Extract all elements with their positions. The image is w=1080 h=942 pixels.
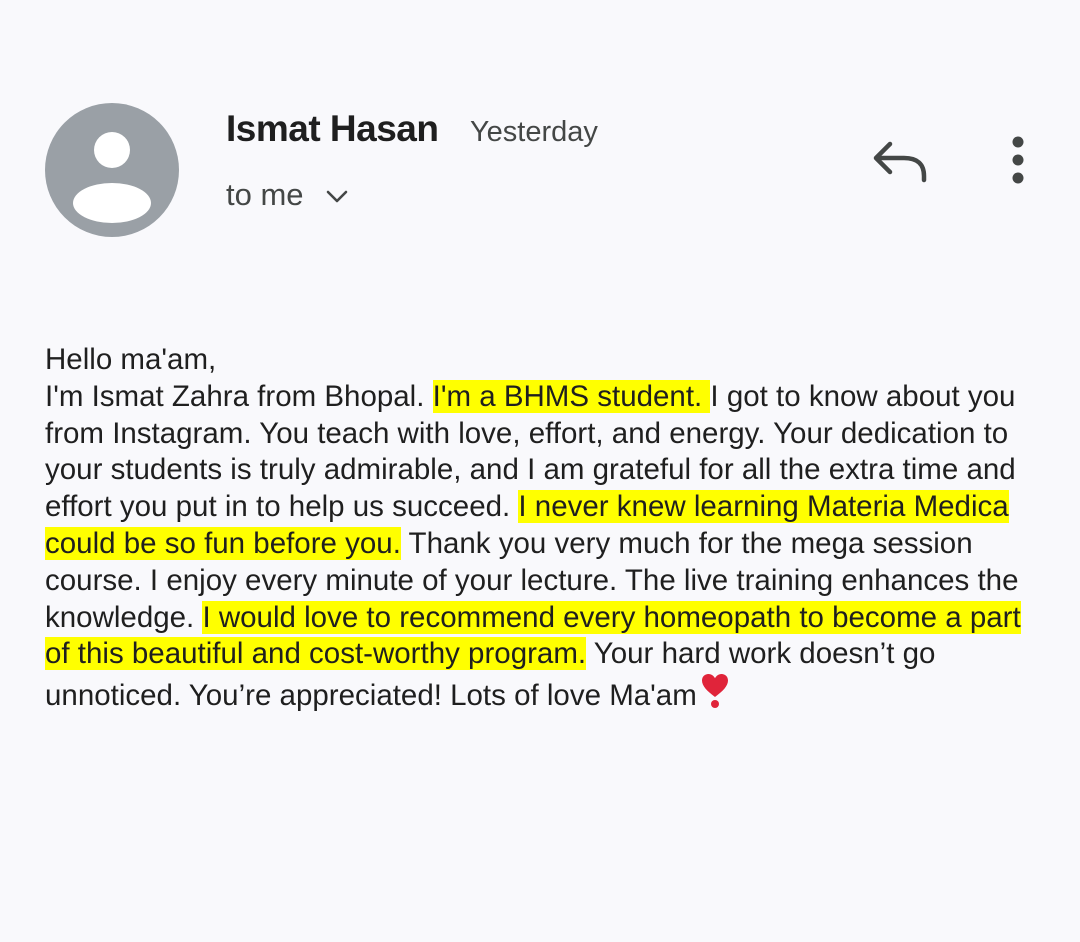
sent-time: Yesterday bbox=[470, 116, 598, 148]
reply-arrow-icon bbox=[873, 141, 927, 183]
more-vert-icon bbox=[1012, 136, 1024, 184]
message-text: I'm Ismat Zahra from Bhopal. bbox=[45, 379, 433, 413]
chevron-down-icon bbox=[326, 190, 348, 209]
more-options-button[interactable] bbox=[994, 128, 1042, 192]
message-paragraph: I'm Ismat Zahra from Bhopal. I'm a BHMS … bbox=[45, 379, 1045, 719]
message-greeting: Hello ma'am, bbox=[45, 343, 217, 376]
recipient-text: to me bbox=[226, 177, 304, 212]
highlighted-text: I'm a BHMS student. bbox=[432, 379, 711, 413]
sender-avatar[interactable] bbox=[45, 103, 179, 237]
sender-name: Ismat Hasan bbox=[226, 108, 439, 149]
person-avatar-icon bbox=[73, 132, 151, 223]
reply-button[interactable] bbox=[866, 130, 932, 190]
message-body: Hello ma'am, I'm Ismat Zahra from Bhopal… bbox=[45, 342, 1045, 719]
recipient-details-toggle[interactable]: to me bbox=[226, 174, 348, 216]
heart-exclamation-icon bbox=[701, 673, 729, 719]
